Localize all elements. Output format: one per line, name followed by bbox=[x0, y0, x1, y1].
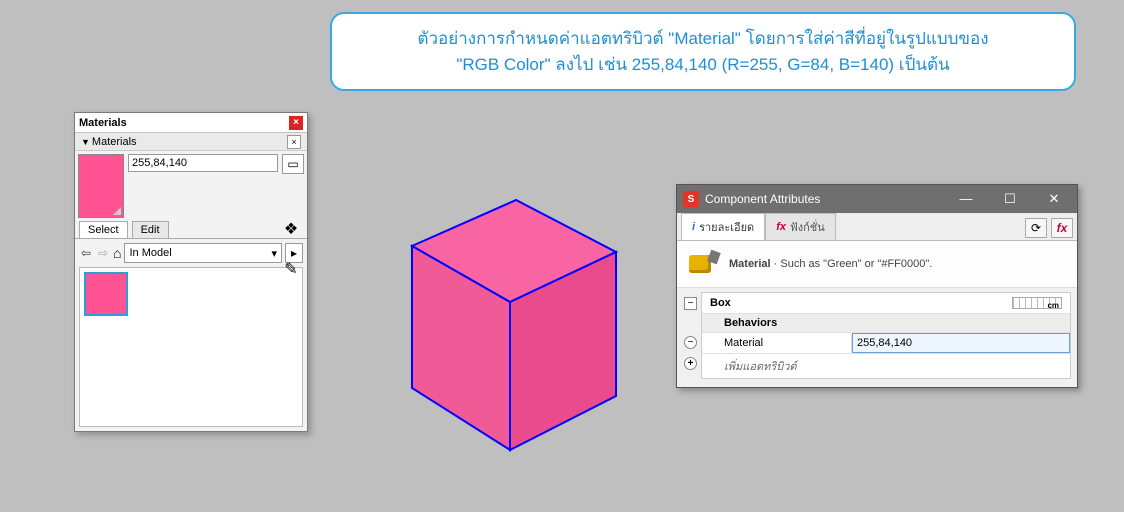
eyedropper-icon[interactable]: ✎ bbox=[284, 259, 297, 279]
callout-line2: "RGB Color" ลงไป เช่น 255,84,140 (R=255,… bbox=[456, 55, 949, 74]
material-thumbnails bbox=[79, 267, 303, 427]
explanation-callout: ตัวอย่างการกำหนดค่าแอตทริบิวต์ "Material… bbox=[330, 12, 1076, 91]
collapse-icon[interactable]: × bbox=[287, 135, 301, 149]
hint-text: · Such as "Green" or "#FF0000". bbox=[774, 258, 933, 270]
units-indicator[interactable] bbox=[1012, 297, 1062, 309]
callout-line1: ตัวอย่างการกำหนดค่าแอตทริบิวต์ "Material… bbox=[417, 29, 988, 48]
attr-titlebar[interactable]: S Component Attributes — ☐ ✕ bbox=[677, 185, 1077, 213]
material-attribute-row: − Material bbox=[702, 333, 1070, 354]
materials-titlebar[interactable]: Materials × bbox=[75, 113, 307, 133]
attr-title-text: Component Attributes bbox=[705, 192, 820, 206]
library-icon[interactable]: ❖ bbox=[284, 219, 298, 239]
library-select-value: In Model bbox=[129, 247, 171, 259]
attribute-hint: Material · Such as "Green" or "#FF0000". bbox=[677, 241, 1077, 288]
tab-details[interactable]: i รายละเอียด bbox=[681, 213, 765, 240]
behaviors-header-row: Behaviors bbox=[702, 314, 1070, 333]
tab-edit[interactable]: Edit bbox=[132, 221, 169, 238]
component-attributes-window: S Component Attributes — ☐ ✕ i รายละเอีย… bbox=[676, 184, 1078, 388]
home-icon[interactable]: ⌂ bbox=[113, 245, 121, 261]
grid-header-row: − Box bbox=[702, 293, 1070, 314]
minimize-icon[interactable]: — bbox=[949, 191, 983, 207]
fx-icon: fx bbox=[776, 221, 786, 233]
attribute-name-cell[interactable]: Material bbox=[702, 334, 852, 352]
materials-tabrow: Select Edit bbox=[75, 221, 307, 239]
materials-title-text: Materials bbox=[79, 117, 127, 129]
materials-section-header[interactable]: Materials × bbox=[75, 133, 307, 151]
materials-nav: ⇦ ⇨ ⌂ In Model ▸ bbox=[75, 239, 307, 267]
library-select[interactable]: In Model bbox=[124, 243, 282, 263]
refresh-icon: ⟳ bbox=[1031, 221, 1041, 235]
attribute-value-input[interactable] bbox=[852, 333, 1070, 353]
material-thumb-0[interactable] bbox=[84, 272, 128, 316]
maximize-icon[interactable]: ☐ bbox=[993, 191, 1027, 207]
info-icon: i bbox=[692, 221, 695, 233]
add-attribute-row[interactable]: + เพิ่มแอตทริบิวต์ bbox=[702, 354, 1070, 378]
hint-attr-name: Material bbox=[729, 258, 771, 270]
collapse-toggle[interactable]: − bbox=[684, 297, 697, 310]
create-material-button[interactable]: ▭ bbox=[282, 154, 304, 174]
fx-toggle-icon: fx bbox=[1057, 221, 1068, 235]
tab-details-label: รายละเอียด bbox=[699, 218, 754, 236]
materials-panel: Materials × Materials × ▭ ❖ ✎ Select Edi… bbox=[74, 112, 308, 432]
close-icon[interactable]: × bbox=[289, 116, 303, 130]
behaviors-label: Behaviors bbox=[702, 314, 1070, 332]
current-material-swatch[interactable] bbox=[78, 154, 124, 218]
refresh-button[interactable]: ⟳ bbox=[1025, 218, 1047, 238]
cube-preview bbox=[372, 170, 642, 460]
close-window-icon[interactable]: ✕ bbox=[1037, 191, 1071, 207]
attribute-grid: − Box Behaviors − Material + เพิ่มแอตทริ… bbox=[701, 292, 1071, 379]
document-icon: ▭ bbox=[287, 157, 298, 171]
material-name-input[interactable] bbox=[128, 154, 278, 172]
component-name: Box bbox=[710, 297, 731, 309]
materials-section-label: Materials bbox=[92, 136, 137, 148]
tab-select[interactable]: Select bbox=[79, 221, 128, 238]
brush-icon bbox=[689, 251, 719, 277]
sketchup-icon: S bbox=[683, 191, 699, 207]
window-buttons: — ☐ ✕ bbox=[949, 191, 1071, 207]
remove-attribute-button[interactable]: − bbox=[684, 336, 697, 349]
back-icon[interactable]: ⇦ bbox=[79, 246, 93, 260]
tab-functions-label: ฟังก์ชั่น bbox=[790, 218, 825, 236]
toggle-formula-button[interactable]: fx bbox=[1051, 218, 1073, 238]
material-tools: ❖ ✎ bbox=[279, 219, 303, 279]
forward-icon[interactable]: ⇨ bbox=[96, 246, 110, 260]
tab-functions[interactable]: fx ฟังก์ชั่น bbox=[765, 213, 836, 240]
materials-body: ▭ ❖ ✎ bbox=[75, 151, 307, 221]
attr-tabs: i รายละเอียด fx ฟังก์ชั่น ⟳ fx bbox=[677, 213, 1077, 241]
add-attribute-label: เพิ่มแอตทริบิวต์ bbox=[702, 354, 805, 378]
add-attribute-button[interactable]: + bbox=[684, 357, 697, 370]
